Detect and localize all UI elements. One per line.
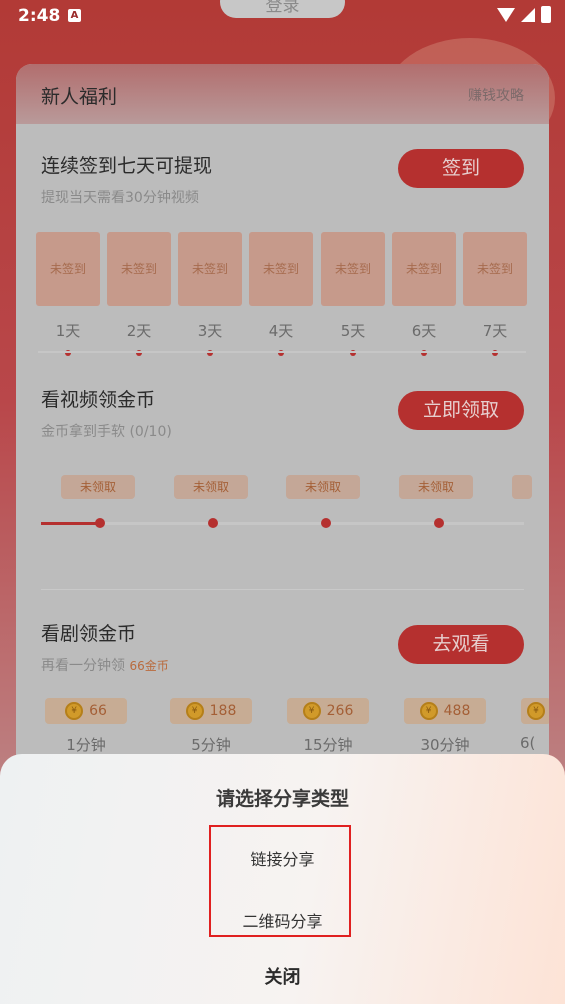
newbie-welfare-card: 新人福利 赚钱攻略 连续签到七天可提现 提现当天需看30分钟视频 签到 未签到 … (16, 64, 549, 784)
page: 2:48 A 登录 新人福利 赚钱攻略 连续签到七天可提现 提现当天需看30分钟… (0, 0, 565, 1004)
drama-title: 看剧领金币 (41, 623, 137, 645)
coin-icon: ¥ (65, 702, 84, 720)
signin-day-status: 未签到 (249, 232, 313, 306)
signin-day: 未签到 7天 (463, 232, 527, 356)
status-time: 2:48 (18, 6, 61, 26)
claim-now-button[interactable]: 立即领取 (398, 391, 524, 430)
watch-button[interactable]: 去观看 (398, 625, 524, 664)
video-progress-fill (41, 522, 99, 525)
drama-reward-coins: 488 (443, 703, 471, 719)
signin-day-label: 4天 (268, 322, 294, 340)
signin-day-label: 2天 (126, 322, 152, 340)
video-progress-dot (208, 518, 218, 528)
signin-day-label: 6天 (411, 322, 437, 340)
signin-button[interactable]: 签到 (398, 149, 524, 188)
drama-reward-pill: ¥ 66 (45, 698, 127, 724)
video-reward-tag: 未领取 (286, 475, 360, 499)
signal-icon (521, 7, 535, 22)
signin-day-label: 1天 (55, 322, 81, 340)
card-title: 新人福利 (41, 86, 118, 108)
video-reward-tag: 未领取 (174, 475, 248, 499)
signin-line (38, 351, 526, 353)
coin-icon: ¥ (302, 702, 321, 720)
signin-title: 连续签到七天可提现 (41, 155, 213, 177)
signin-day: 未签到 1天 (36, 232, 100, 356)
drama-reward: ¥ 66 1分钟 (41, 698, 131, 755)
signin-day-label: 7天 (482, 322, 508, 340)
signin-day-status: 未签到 (321, 232, 385, 306)
coin-icon: ¥ (185, 702, 204, 720)
drama-reward-label: 5分钟 (191, 736, 231, 754)
drama-subtitle: 再看一分钟领 66金币 (41, 655, 169, 675)
share-bottom-sheet: 请选择分享类型 链接分享 二维码分享 关闭 (0, 754, 565, 1004)
signin-day-status: 未签到 (178, 232, 242, 306)
video-reward-tag-partial (512, 475, 532, 499)
signin-subtitle: 提现当天需看30分钟视频 (41, 190, 199, 206)
signin-days: 未签到 1天 未签到 2天 未签到 3天 未签到 4天 未签到 5天 未签到 6… (36, 232, 531, 357)
video-reward-tag: 未领取 (399, 475, 473, 499)
drama-reward-label: 15分钟 (303, 736, 353, 754)
drama-reward-coins: 66 (89, 703, 107, 719)
earning-guide-link[interactable]: 赚钱攻略 (468, 85, 524, 105)
drama-reward-partial: ¥ 6( (516, 698, 549, 752)
coin-icon: ¥ (419, 702, 438, 720)
drama-reward: ¥ 188 5分钟 (166, 698, 256, 755)
drama-reward-pill: ¥ 188 (170, 698, 252, 724)
signin-day-status: 未签到 (392, 232, 456, 306)
status-icons (497, 6, 551, 23)
share-link-option[interactable]: 链接分享 (0, 846, 565, 870)
video-subtitle: 金币拿到手软 (0/10) (41, 424, 172, 440)
drama-subtitle-highlight: 66金币 (129, 659, 169, 673)
drama-reward-label: 1分钟 (66, 736, 106, 754)
signin-day-status: 未签到 (107, 232, 171, 306)
signin-day: 未签到 3天 (178, 232, 242, 356)
wifi-icon (497, 7, 515, 22)
signin-day: 未签到 2天 (107, 232, 171, 356)
signin-day: 未签到 5天 (321, 232, 385, 356)
video-progress-dot (321, 518, 331, 528)
drama-reward-coins: 266 (326, 703, 354, 719)
drama-reward: ¥ 266 15分钟 (283, 698, 373, 755)
signin-day-label: 3天 (197, 322, 223, 340)
drama-reward-pill: ¥ 488 (404, 698, 486, 724)
share-qrcode-option[interactable]: 二维码分享 (0, 908, 565, 932)
video-progress-dot (95, 518, 105, 528)
drama-reward: ¥ 488 30分钟 (400, 698, 490, 755)
notification-icon: A (68, 9, 81, 22)
share-sheet-title: 请选择分享类型 (215, 788, 349, 810)
coin-icon: ¥ (527, 702, 545, 720)
signin-day: 未签到 4天 (249, 232, 313, 356)
signin-day-status: 未签到 (463, 232, 527, 306)
signin-day-label: 5天 (340, 322, 366, 340)
signin-day: 未签到 6天 (392, 232, 456, 356)
signin-day-status: 未签到 (36, 232, 100, 306)
video-reward-tag: 未领取 (61, 475, 135, 499)
close-button[interactable]: 关闭 (0, 963, 565, 989)
drama-subtitle-prefix: 再看一分钟领 (41, 658, 130, 674)
drama-reward-pill: ¥ 266 (287, 698, 369, 724)
card-header: 新人福利 赚钱攻略 (16, 64, 549, 124)
section-divider (41, 589, 524, 590)
drama-reward-label: 30分钟 (420, 736, 470, 754)
drama-reward-coins: 188 (209, 703, 237, 719)
drama-reward-label: 6( (520, 734, 536, 752)
login-button[interactable]: 登录 (220, 0, 345, 18)
video-progress-dot (434, 518, 444, 528)
video-title: 看视频领金币 (41, 389, 156, 411)
battery-icon (541, 6, 551, 23)
drama-reward-pill: ¥ (521, 698, 549, 724)
video-progress-track (41, 522, 524, 525)
